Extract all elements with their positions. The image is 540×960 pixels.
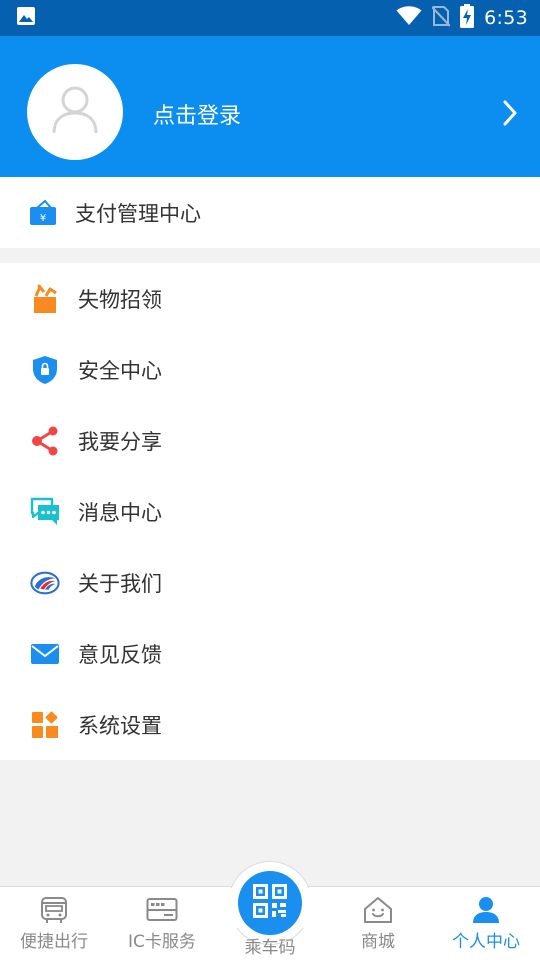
svg-text:¥: ¥ [40, 213, 46, 224]
lost-found-box-icon [30, 284, 60, 314]
user-placeholder-icon [52, 85, 98, 139]
menu-item-label: 系统设置 [78, 713, 162, 738]
bus-icon [40, 896, 68, 924]
menu-list: 失物招领 安全中心 我要分享 消息中心 关于我们 意见反馈 系统设置 [0, 263, 540, 760]
menu-item-feedback[interactable]: 意见反馈 [0, 618, 540, 689]
menu-item-share[interactable]: 我要分享 [0, 405, 540, 476]
menu-item-label: 失物招领 [78, 287, 162, 312]
menu-item-label: 关于我们 [78, 571, 162, 596]
status-bar: 6:53 [0, 0, 540, 36]
share-icon [30, 426, 60, 456]
pay-management-label: 支付管理中心 [75, 201, 201, 226]
pay-management-item[interactable]: ¥ 支付管理中心 [0, 177, 540, 248]
tab-label[interactable]: 乘车码 [226, 933, 314, 958]
tab-ride-code[interactable] [238, 871, 302, 935]
tab-label: IC卡服务 [128, 932, 196, 952]
wifi-icon [396, 6, 422, 30]
menu-item-label: 消息中心 [78, 500, 162, 525]
menu-item-label: 意见反馈 [78, 642, 162, 667]
bottom-tab-bar: 便捷出行 IC卡服务 乘车码 商城 个人中心 [0, 861, 540, 960]
chevron-right-icon[interactable] [500, 98, 520, 128]
mail-icon [30, 639, 60, 669]
chat-bubbles-icon [30, 497, 60, 527]
shield-lock-icon [30, 355, 60, 385]
qr-code-icon [253, 884, 287, 922]
tab-label: 个人中心 [452, 932, 520, 952]
image-icon [16, 6, 36, 30]
card-icon [146, 896, 178, 924]
tab-personal-center[interactable]: 个人中心 [432, 887, 540, 960]
profile-header[interactable]: 点击登录 [0, 36, 540, 177]
avatar[interactable] [27, 64, 123, 160]
menu-item-settings[interactable]: 系统设置 [0, 689, 540, 760]
person-icon [472, 896, 500, 924]
about-logo-icon [30, 568, 60, 598]
menu-item-messages[interactable]: 消息中心 [0, 476, 540, 547]
wallet-yen-icon: ¥ [28, 198, 58, 228]
no-sim-icon [431, 5, 451, 31]
login-link[interactable]: 点击登录 [153, 98, 241, 130]
menu-item-security[interactable]: 安全中心 [0, 334, 540, 405]
settings-grid-icon [30, 710, 60, 740]
shop-house-icon [363, 896, 393, 924]
menu-item-label: 我要分享 [78, 429, 162, 454]
tab-label: 便捷出行 [20, 932, 88, 952]
menu-item-label: 安全中心 [78, 358, 162, 383]
battery-charging-icon [460, 4, 475, 32]
tab-shop[interactable]: 商城 [324, 887, 432, 960]
tab-label: 商城 [361, 932, 395, 952]
menu-item-about[interactable]: 关于我们 [0, 547, 540, 618]
status-time: 6:53 [484, 7, 528, 29]
tab-travel[interactable]: 便捷出行 [0, 887, 108, 960]
tab-ic-card[interactable]: IC卡服务 [108, 887, 216, 960]
menu-item-lost-found[interactable]: 失物招领 [0, 263, 540, 334]
